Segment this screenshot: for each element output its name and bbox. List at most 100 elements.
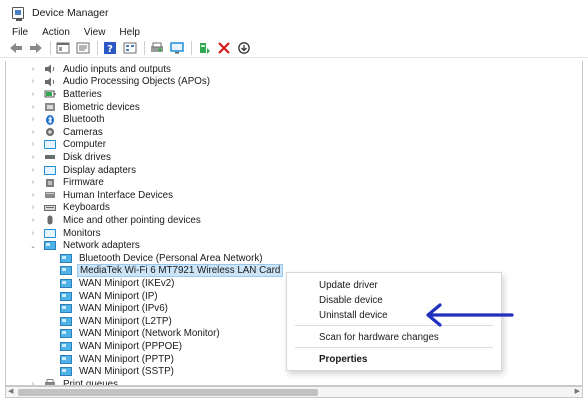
hid-icon	[44, 190, 56, 200]
print-icon[interactable]	[149, 41, 165, 55]
tree-item-print-queues[interactable]: › Print queues	[28, 378, 120, 386]
back-icon[interactable]	[8, 41, 24, 55]
tree-item-label: Network adapters	[63, 240, 140, 252]
tree-item-bluetooth[interactable]: › Bluetooth	[28, 113, 106, 126]
expand-chevron-icon[interactable]: ›	[28, 167, 38, 174]
menu-item-uninstall-device[interactable]: Uninstall device	[319, 310, 388, 321]
menu-item-disable-device[interactable]: Disable device	[319, 295, 383, 306]
console-tree-icon[interactable]	[55, 41, 71, 55]
tree-item-cameras[interactable]: › Cameras	[28, 126, 105, 139]
tree-item-label: Bluetooth Device (Personal Area Network)	[79, 252, 263, 264]
expand-chevron-icon[interactable]: ›	[28, 91, 38, 98]
expand-chevron-icon[interactable]: ›	[28, 217, 38, 224]
battery-icon	[44, 89, 56, 99]
keyboard-icon	[44, 203, 56, 213]
tree-item-network-adapters[interactable]: ⌄ Network adapters	[28, 239, 142, 252]
menu-bar: File Action View Help	[0, 26, 588, 39]
properties-icon[interactable]	[75, 41, 91, 55]
mouse-icon	[44, 215, 56, 225]
tree-item-wan-miniport-sstp[interactable]: WAN Miniport (SSTP)	[44, 365, 176, 378]
expand-chevron-icon[interactable]: ›	[28, 129, 38, 136]
tree-item-wan-miniport-ikev2[interactable]: WAN Miniport (IKEv2)	[44, 277, 176, 290]
expand-chevron-icon[interactable]: ›	[28, 78, 38, 85]
network-adapter-icon	[60, 329, 72, 339]
expand-chevron-icon[interactable]: ›	[28, 116, 38, 123]
expand-chevron-icon[interactable]: ›	[28, 104, 38, 111]
scroll-thumb[interactable]	[18, 389, 318, 396]
view-icon[interactable]	[122, 41, 138, 55]
chip-icon	[44, 178, 56, 188]
network-adapter-icon	[60, 266, 72, 276]
tree-item-audio-inputs-and-outputs[interactable]: › Audio inputs and outputs	[28, 63, 173, 76]
tree-item-wan-miniport-pppoe[interactable]: WAN Miniport (PPPOE)	[44, 340, 184, 353]
menu-help[interactable]: Help	[119, 27, 140, 38]
horizontal-scrollbar[interactable]: ◀ ▶	[5, 386, 583, 398]
forward-icon[interactable]	[28, 41, 44, 55]
tree-item-wan-miniport-pptp[interactable]: WAN Miniport (PPTP)	[44, 353, 176, 366]
tree-item-label: Disk drives	[63, 151, 111, 163]
tree-item-firmware[interactable]: › Firmware	[28, 176, 106, 189]
disk-drive-icon	[44, 152, 56, 162]
tree-item-label: Mice and other pointing devices	[63, 214, 201, 226]
expand-chevron-icon[interactable]: ›	[28, 154, 38, 161]
tree-item-label: Display adapters	[63, 164, 136, 176]
monitor-icon	[44, 165, 56, 175]
monitor-icon[interactable]	[169, 41, 185, 55]
tree-item-label: WAN Miniport (L2TP)	[79, 315, 172, 327]
tree-item-label: Print queues	[63, 378, 119, 386]
menu-item-scan-hardware[interactable]: Scan for hardware changes	[319, 332, 439, 343]
printer-icon	[44, 379, 56, 385]
expand-chevron-icon[interactable]: ›	[28, 192, 38, 199]
expand-chevron-icon[interactable]: ›	[28, 66, 38, 73]
tree-item-wan-miniport-network-monitor[interactable]: WAN Miniport (Network Monitor)	[44, 328, 222, 341]
toolbar-separator	[50, 41, 51, 55]
tree-item-label: WAN Miniport (PPPOE)	[79, 340, 183, 352]
toolbar: ?	[0, 39, 588, 58]
network-adapter-icon	[60, 354, 72, 364]
menu-item-properties[interactable]: Properties	[319, 354, 367, 365]
help-icon[interactable]: ?	[102, 41, 118, 55]
tree-item-wan-miniport-ip[interactable]: WAN Miniport (IP)	[44, 290, 160, 303]
fingerprint-icon	[44, 102, 56, 112]
tree-item-wan-miniport-l2tp[interactable]: WAN Miniport (L2TP)	[44, 315, 174, 328]
scroll-left-icon[interactable]: ◀	[8, 387, 13, 397]
menu-item-update-driver[interactable]: Update driver	[319, 280, 378, 291]
network-adapter-icon	[60, 304, 72, 314]
tree-item-keyboards[interactable]: › Keyboards	[28, 202, 112, 215]
tree-item-label: Human Interface Devices	[63, 189, 173, 201]
tree-item-wan-miniport-ipv6[interactable]: WAN Miniport (IPv6)	[44, 302, 170, 315]
speaker-icon	[44, 77, 56, 87]
tree-item-batteries[interactable]: › Batteries	[28, 88, 104, 101]
menu-action[interactable]: Action	[42, 27, 70, 38]
tree-item-human-interface-devices[interactable]: › Human Interface Devices	[28, 189, 175, 202]
update-driver-icon[interactable]	[196, 41, 212, 55]
tree-item-label: WAN Miniport (IKEv2)	[79, 277, 175, 289]
speaker-icon	[44, 64, 56, 74]
download-icon[interactable]	[236, 41, 252, 55]
tree-item-mediatek-wi-fi-6-mt7921-wireless-lan-card[interactable]: MediaTek Wi-Fi 6 MT7921 Wireless LAN Car…	[44, 264, 284, 278]
bluetooth-icon	[44, 114, 56, 125]
uninstall-icon[interactable]	[216, 41, 232, 55]
tree-item-audio-processing-objects-apos[interactable]: › Audio Processing Objects (APOs)	[28, 76, 212, 89]
tree-item-display-adapters[interactable]: › Display adapters	[28, 164, 138, 177]
expand-chevron-icon[interactable]: ›	[28, 179, 38, 186]
expand-chevron-icon[interactable]: ›	[28, 141, 38, 148]
tree-item-monitors[interactable]: › Monitors	[28, 227, 103, 240]
tree-item-mice-and-other-pointing-devices[interactable]: › Mice and other pointing devices	[28, 214, 203, 227]
tree-item-bluetooth-device-personal-area-network[interactable]: Bluetooth Device (Personal Area Network)	[44, 252, 265, 265]
monitor-icon	[44, 228, 56, 238]
tree-item-disk-drives[interactable]: › Disk drives	[28, 151, 113, 164]
title-bar: Device Manager	[0, 0, 588, 26]
network-adapter-icon	[44, 241, 56, 251]
network-adapter-icon	[60, 253, 72, 263]
scroll-right-icon[interactable]: ▶	[575, 387, 580, 397]
menu-file[interactable]: File	[12, 27, 28, 38]
collapse-chevron-icon[interactable]: ⌄	[28, 242, 38, 250]
expand-chevron-icon[interactable]: ›	[28, 204, 38, 211]
tree-item-computer[interactable]: › Computer	[28, 139, 108, 152]
annotation-arrow-icon	[426, 303, 514, 327]
expand-chevron-icon[interactable]: ›	[28, 230, 38, 237]
menu-view[interactable]: View	[84, 27, 106, 38]
tree-item-biometric-devices[interactable]: › Biometric devices	[28, 101, 142, 114]
tree-item-label: Cameras	[63, 126, 103, 138]
